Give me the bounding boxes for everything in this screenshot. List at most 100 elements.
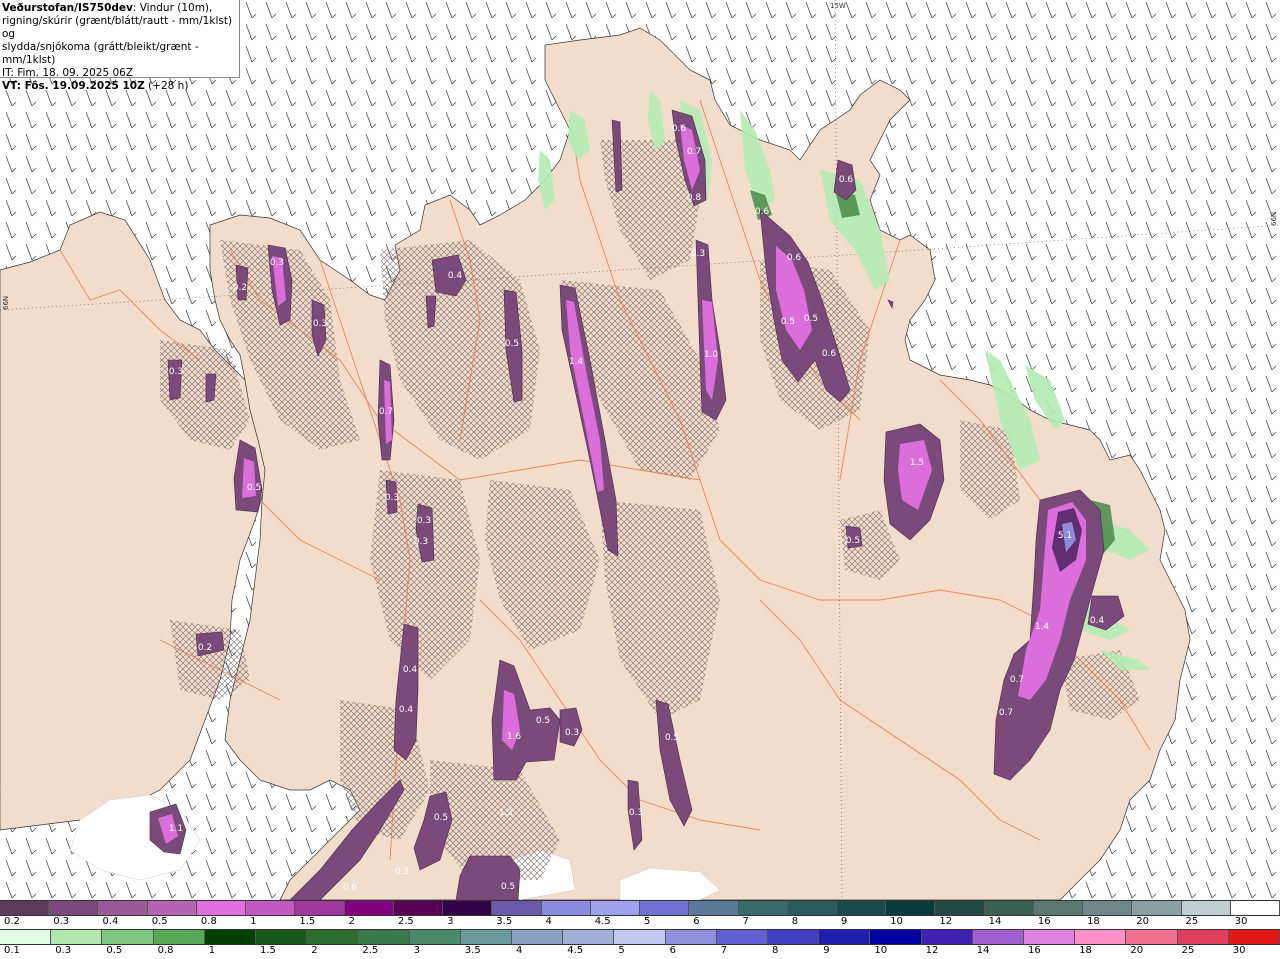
precip-value-label: 0.7 — [999, 708, 1013, 718]
legend-swatch — [590, 901, 641, 915]
legend-label: 6 — [693, 916, 700, 927]
legend-swatch — [614, 930, 666, 944]
legend-label: 5 — [644, 916, 651, 927]
legend-snow-bar — [0, 900, 1280, 916]
precip-value-label: 0.6 — [755, 207, 770, 217]
legend-swatch — [787, 901, 837, 915]
legend-label: 16 — [1028, 945, 1041, 956]
legend-label: 10 — [874, 945, 888, 956]
legend-label: 9 — [840, 916, 848, 927]
legend-swatch — [689, 901, 739, 915]
legend-label: 2 — [348, 916, 355, 927]
precip-value-label: 0.6 — [343, 883, 358, 893]
legend-label: 12 — [939, 916, 953, 927]
legend-swatch — [1033, 901, 1084, 915]
precip-value-label: 0.5 — [434, 813, 448, 823]
map-title-line: Veðurstofan/IS750dev: Vindur (10m), — [2, 2, 237, 15]
precip-value-label: 0.5 — [505, 339, 519, 349]
legend-swatch — [921, 930, 973, 944]
precip-value-label: 0.6 — [822, 349, 837, 359]
legend-swatch — [1181, 901, 1231, 915]
valid-offset: (+28 h) — [148, 80, 189, 92]
legend-swatch — [443, 901, 493, 915]
precip-value-label: 1.5 — [910, 458, 924, 468]
legend-swatch — [196, 901, 247, 915]
legend-label: 18 — [1079, 945, 1092, 956]
precip-value-label: 0.8 — [687, 193, 702, 203]
legend-swatch — [409, 930, 461, 944]
legend-swatch — [972, 930, 1025, 944]
legend-swatch — [1075, 930, 1127, 944]
legend-label: 2.5 — [362, 945, 379, 956]
precip-value-label: 0.6 — [839, 175, 854, 185]
legend-label: 16 — [1037, 916, 1051, 927]
legend-label: 4 — [516, 945, 523, 956]
legend-swatch — [640, 901, 690, 915]
precip-value-label: 0.7 — [379, 407, 393, 417]
precip-value-label: 0.3 — [414, 537, 428, 547]
precip-value-label: 0.3 — [385, 493, 399, 503]
grid-label-top: 15W — [830, 2, 846, 10]
title-desc-1: : Vindur (10m), — [132, 2, 213, 14]
legend-label: 8 — [791, 916, 799, 927]
legend-snow: 0.2 0.3 0.4 0.5 0.8 1 1.5 2 2.5 3 3.5 4 4.5 5 6 7 8 9 10 12… — [0, 900, 1280, 930]
weather-map: 15W 66N 66N 0.3 0.4 0.5 0.3 0.2 0.7 0.5 0.3 0.3 0… — [0, 0, 1280, 900]
precip-value-label: 0.5 — [804, 314, 818, 324]
legend-swatch — [541, 901, 591, 915]
legend-swatch — [870, 930, 922, 944]
legend-label: 1 — [250, 916, 257, 927]
legend-label: 1.5 — [299, 916, 316, 927]
legend-label: 2 — [311, 945, 318, 956]
legend-label: 1.5 — [260, 945, 276, 956]
legend-label: 1 — [208, 945, 216, 956]
legend-label: 8 — [772, 945, 779, 956]
legend-label: 4 — [545, 916, 552, 927]
precip-value-label: 0.5 — [501, 882, 515, 892]
legend-swatch — [102, 930, 154, 944]
legend-label: 12 — [925, 945, 939, 956]
legend-swatch — [49, 901, 99, 915]
legend-swatch — [0, 930, 52, 944]
precip-value-label: 0.3 — [417, 516, 431, 526]
precip-value-label: 0.5 — [846, 536, 860, 546]
precip-value-label: 0.3 — [270, 258, 284, 268]
legend-label: 10 — [890, 916, 903, 927]
legend-label: 3 — [413, 945, 420, 956]
legend-swatch — [1230, 901, 1280, 915]
legend-label: 3 — [447, 916, 454, 927]
legend-swatch — [295, 901, 345, 915]
legend-label: 25 — [1185, 916, 1199, 927]
legend-label: 4.5 — [567, 945, 584, 956]
precip-value-label: 1.0 — [704, 350, 719, 360]
precip-value-label: 0.6 — [672, 124, 687, 134]
legend-swatch — [344, 901, 394, 915]
valid-time-line: VT: Fös. 19.09.2025 10Z (+28 h) — [2, 80, 237, 93]
grid-label-right: 66N — [1270, 212, 1278, 226]
legend-label: 9 — [823, 945, 830, 956]
legend-swatch — [246, 901, 296, 915]
precip-value-label: 0.3 — [629, 808, 643, 818]
legend-swatch — [665, 930, 717, 944]
legend-swatch — [204, 930, 257, 944]
legend-swatch — [1024, 930, 1076, 944]
legend-label: 14 — [976, 945, 990, 956]
legend-rain-labels: 0.1 0.3 0.5 0.8 1 1.5 2 2.5 3 3.5 4 4.5 5 6 7 8 9 10 12 14 1… — [0, 945, 1280, 959]
legend-swatch — [358, 930, 410, 944]
legend-label: 30 — [1232, 945, 1246, 956]
legend-label: 25 — [1181, 945, 1195, 956]
legend-rain-bar — [0, 929, 1280, 945]
legend-swatch — [256, 930, 308, 944]
precip-value-label: 0.6 — [787, 253, 802, 263]
precip-value-label: 0.4 — [1090, 616, 1105, 626]
legend-label: 0.2 — [4, 916, 20, 927]
legend-swatch — [147, 901, 197, 915]
legend-rain: 0.1 0.3 0.5 0.8 1 1.5 2 2.5 3 3.5 4 4.5 5 6 7 8 9 10 12 14 1… — [0, 929, 1280, 959]
legend-swatch — [768, 930, 820, 944]
legend-label: 14 — [988, 916, 1002, 927]
precip-value-label: 0.4 — [399, 705, 414, 715]
source-name: Veðurstofan/IS750dev — [2, 2, 133, 14]
map-info-box: Veðurstofan/IS750dev: Vindur (10m), rign… — [0, 0, 240, 92]
legend-swatch — [716, 930, 769, 944]
legend-swatch — [307, 930, 359, 944]
legend-snow-labels: 0.2 0.3 0.4 0.5 0.8 1 1.5 2 2.5 3 3.5 4 4.5 5 6 7 8 9 10 12… — [0, 916, 1280, 930]
